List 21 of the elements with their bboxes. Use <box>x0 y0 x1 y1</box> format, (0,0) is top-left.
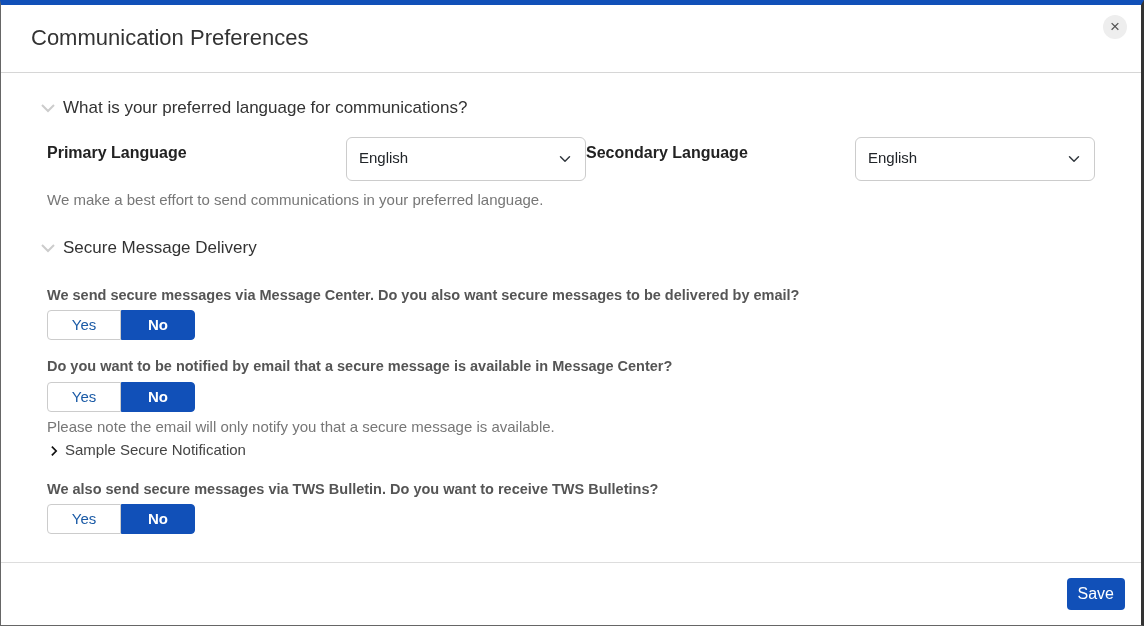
toggle-option[interactable]: No <box>121 382 195 412</box>
toggle-option[interactable]: Yes <box>47 310 121 341</box>
section-heading: What is your preferred language for communications? <box>63 97 468 119</box>
save-button[interactable]: Save <box>1066 578 1125 610</box>
question-label: Do you want to be notified by email that a secure message is available in Message Center? <box>47 357 674 377</box>
toggle-option[interactable]: Yes <box>47 504 121 535</box>
field-label: Primary Language <box>47 142 187 163</box>
dialog-title: Communication Preferences <box>31 25 309 52</box>
close-button[interactable]: × <box>1103 14 1127 39</box>
toggle-option[interactable]: No <box>121 504 195 535</box>
language-select[interactable]: English <box>345 136 586 181</box>
question-label: We also send secure messages via TWS Bulletin. Do you want to receive TWS Bulletins? <box>47 479 660 499</box>
language-select[interactable]: English <box>855 136 1095 181</box>
field-label: Secondary Language <box>585 142 748 163</box>
section-heading: Secure Message Delivery <box>63 237 257 259</box>
toggle-option[interactable]: No <box>121 310 195 341</box>
toggle-option[interactable]: Yes <box>47 382 121 412</box>
helper-text: Please note the email will only notify you that a secure message is available. <box>47 417 556 437</box>
helper-text: We make a best effort to send communications in your preferred language. <box>47 189 545 210</box>
sample-link[interactable]: Sample Secure Notification <box>47 439 246 462</box>
question-label: We send secure messages via Message Center. Do you also want secure messages to be delivered by email? <box>47 285 801 305</box>
